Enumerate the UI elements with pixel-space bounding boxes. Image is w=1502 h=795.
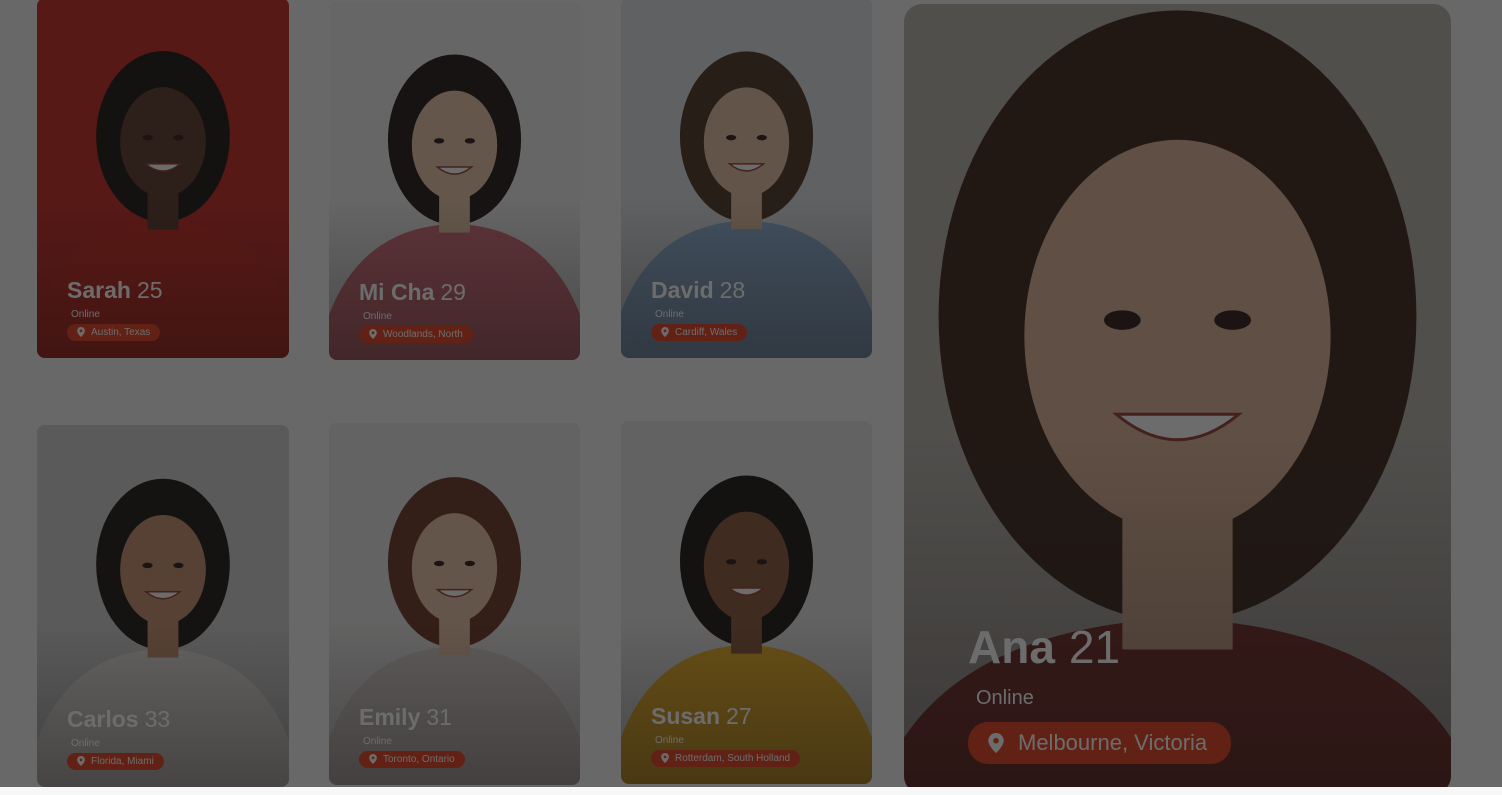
- page-footer-strip: [0, 787, 1502, 795]
- modal-backdrop[interactable]: [0, 0, 1502, 787]
